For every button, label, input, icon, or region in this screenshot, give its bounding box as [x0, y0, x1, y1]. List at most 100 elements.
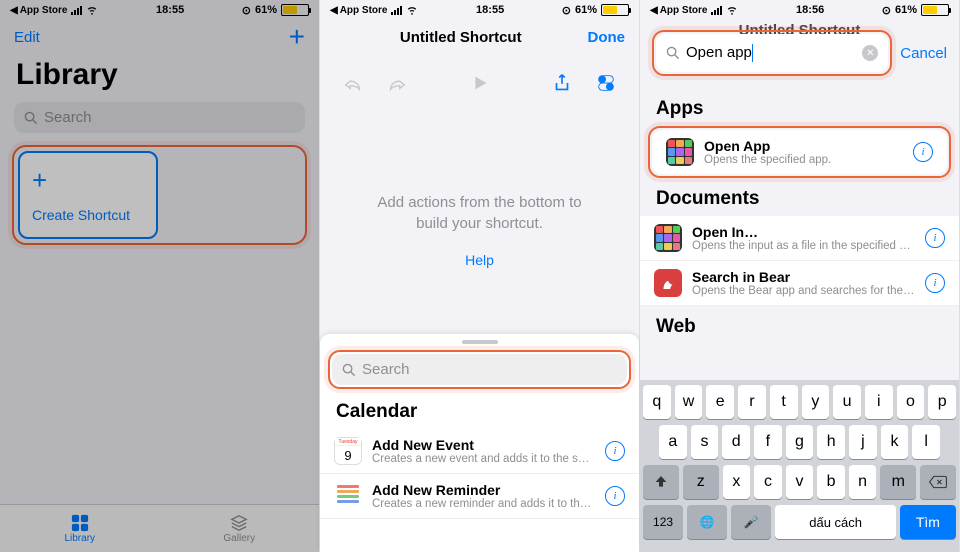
- add-shortcut-button[interactable]: +: [289, 23, 305, 51]
- battery-icon: [921, 4, 949, 16]
- section-calendar: Calendar: [320, 391, 639, 429]
- library-search-input[interactable]: [44, 109, 295, 126]
- action-search[interactable]: [332, 354, 627, 385]
- toolbar: [320, 54, 639, 112]
- info-button[interactable]: i: [605, 441, 625, 461]
- key-p[interactable]: p: [928, 385, 956, 419]
- search-value[interactable]: Open app: [686, 44, 856, 62]
- info-button[interactable]: i: [913, 142, 933, 162]
- back-to-appstore[interactable]: ◀ App Store: [330, 5, 387, 16]
- key-f[interactable]: f: [754, 425, 782, 459]
- clock: 18:56: [796, 4, 824, 16]
- battery-percent: 61%: [895, 4, 917, 16]
- wifi-icon: [406, 5, 418, 15]
- key-j[interactable]: j: [849, 425, 877, 459]
- result-open-in[interactable]: Open In…Opens the input as a file in the…: [640, 216, 959, 261]
- key-q[interactable]: q: [643, 385, 671, 419]
- key-v[interactable]: v: [786, 465, 814, 499]
- edit-button[interactable]: Edit: [14, 29, 40, 46]
- key-c[interactable]: c: [754, 465, 782, 499]
- backspace-key[interactable]: [920, 465, 956, 499]
- signal-icon: [711, 6, 722, 15]
- wifi-icon: [726, 5, 738, 15]
- help-link[interactable]: Help: [320, 252, 639, 268]
- action-search-input[interactable]: [362, 361, 617, 378]
- plus-icon: +: [32, 167, 144, 193]
- battery-percent: 61%: [255, 4, 277, 16]
- status-bar: ◀ App Store 18:55 ⊙ 61%: [320, 0, 639, 20]
- panel-editor: ◀ App Store 18:55 ⊙ 61% Untitled Shortcu…: [320, 0, 640, 552]
- key-b[interactable]: b: [817, 465, 845, 499]
- key-a[interactable]: a: [659, 425, 687, 459]
- done-button[interactable]: Done: [588, 29, 626, 46]
- globe-key[interactable]: 🌐: [687, 505, 727, 539]
- key-y[interactable]: y: [802, 385, 830, 419]
- alarm-icon: ⊙: [242, 4, 251, 17]
- action-row-add-reminder[interactable]: Add New ReminderCreates a new reminder a…: [320, 474, 639, 519]
- back-to-appstore[interactable]: ◀ App Store: [10, 5, 67, 16]
- calendar-icon: Tuesday9: [334, 437, 362, 465]
- alarm-icon: ⊙: [562, 4, 571, 17]
- drag-handle[interactable]: [462, 340, 498, 344]
- section-web: Web: [640, 306, 959, 344]
- undo-icon[interactable]: [342, 72, 364, 94]
- key-u[interactable]: u: [833, 385, 861, 419]
- status-bar: ◀ App Store 18:55 ⊙ 61%: [0, 0, 319, 20]
- nav-bar: Edit +: [0, 20, 319, 54]
- key-o[interactable]: o: [897, 385, 925, 419]
- key-g[interactable]: g: [786, 425, 814, 459]
- battery-icon: [281, 4, 309, 16]
- open-in-icon: [654, 224, 682, 252]
- alarm-icon: ⊙: [882, 4, 891, 17]
- settings-toggle-icon[interactable]: [595, 72, 617, 94]
- key-e[interactable]: e: [706, 385, 734, 419]
- battery-percent: 61%: [575, 4, 597, 16]
- wifi-icon: [86, 5, 98, 15]
- signal-icon: [71, 6, 82, 15]
- space-key[interactable]: dấu cách: [775, 505, 895, 539]
- numbers-key[interactable]: 123: [643, 505, 683, 539]
- section-documents: Documents: [640, 178, 959, 216]
- clock: 18:55: [156, 4, 184, 16]
- key-i[interactable]: i: [865, 385, 893, 419]
- action-sheet: Calendar Tuesday9 Add New EventCreates a…: [320, 334, 639, 552]
- key-s[interactable]: s: [691, 425, 719, 459]
- key-k[interactable]: k: [881, 425, 909, 459]
- action-search-active[interactable]: Open app ✕: [656, 34, 888, 72]
- create-shortcut-label: Create Shortcut: [32, 207, 144, 223]
- page-title: Library: [0, 54, 319, 102]
- play-icon[interactable]: [469, 72, 491, 94]
- result-open-app[interactable]: Open AppOpens the specified app. i: [652, 130, 947, 174]
- panel-search-actions: ◀ App Store 18:56 ⊙ 61% Untitled Shortcu…: [640, 0, 960, 552]
- share-icon[interactable]: [551, 72, 573, 94]
- shift-key[interactable]: [643, 465, 679, 499]
- key-r[interactable]: r: [738, 385, 766, 419]
- key-l[interactable]: l: [912, 425, 940, 459]
- tab-gallery[interactable]: Gallery: [160, 505, 320, 552]
- key-z[interactable]: z: [683, 465, 719, 499]
- empty-hint: Add actions from the bottom to build you…: [320, 192, 639, 234]
- clear-search-icon[interactable]: ✕: [862, 45, 878, 61]
- result-search-bear[interactable]: Search in BearOpens the Bear app and sea…: [640, 261, 959, 306]
- library-search[interactable]: [14, 102, 305, 133]
- info-button[interactable]: i: [605, 486, 625, 506]
- key-m[interactable]: m: [880, 465, 916, 499]
- key-w[interactable]: w: [675, 385, 703, 419]
- mic-key[interactable]: 🎤: [731, 505, 771, 539]
- redo-icon[interactable]: [386, 72, 408, 94]
- key-h[interactable]: h: [817, 425, 845, 459]
- search-icon: [342, 363, 356, 377]
- create-shortcut-tile[interactable]: + Create Shortcut: [18, 151, 158, 239]
- search-icon: [24, 111, 38, 125]
- info-button[interactable]: i: [925, 273, 945, 293]
- cancel-button[interactable]: Cancel: [900, 45, 947, 62]
- tab-library[interactable]: Library: [0, 505, 160, 552]
- back-to-appstore[interactable]: ◀ App Store: [650, 5, 707, 16]
- key-t[interactable]: t: [770, 385, 798, 419]
- key-x[interactable]: x: [723, 465, 751, 499]
- key-n[interactable]: n: [849, 465, 877, 499]
- action-row-add-event[interactable]: Tuesday9 Add New EventCreates a new even…: [320, 429, 639, 474]
- key-d[interactable]: d: [722, 425, 750, 459]
- enter-key[interactable]: Tìm: [900, 505, 956, 539]
- info-button[interactable]: i: [925, 228, 945, 248]
